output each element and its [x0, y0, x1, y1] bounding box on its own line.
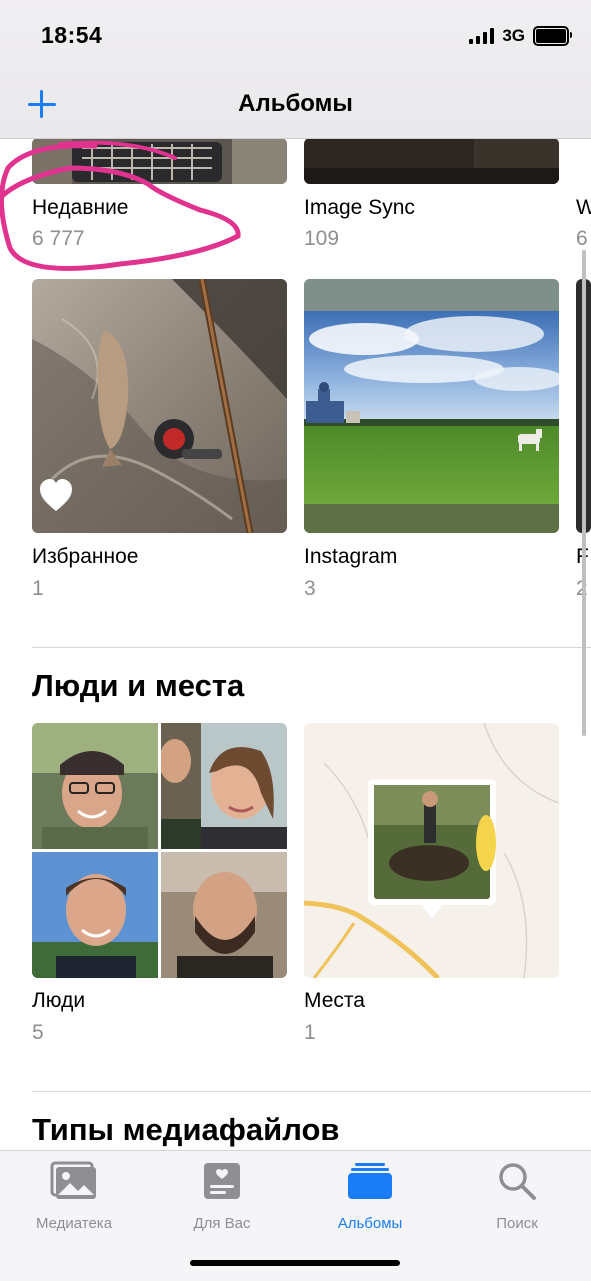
section-title-media-types: Типы медиафайлов: [32, 1112, 340, 1147]
for-you-icon: [202, 1161, 242, 1206]
battery-icon: [533, 26, 572, 46]
album-count: 3: [304, 577, 316, 600]
album-partial-w[interactable]: W 6: [576, 138, 591, 258]
album-title: Недавние: [32, 196, 129, 219]
album-thumbnail: [304, 138, 559, 184]
top-bar: 18:54 3G Альбомы: [0, 0, 591, 139]
person-thumbnail: [161, 852, 287, 978]
album-count: 6: [576, 227, 588, 250]
page-title: Альбомы: [238, 90, 353, 117]
network-type: 3G: [502, 26, 525, 45]
album-thumbnail: [32, 279, 287, 533]
map-thumbnail: [304, 723, 559, 978]
album-count: 5: [32, 1021, 44, 1044]
person-thumbnail: [32, 723, 158, 849]
album-count: 109: [304, 227, 340, 250]
album-thumbnail: [304, 279, 559, 533]
tab-label: Для Вас: [193, 1215, 251, 1232]
album-title: Люди: [32, 989, 86, 1012]
section-divider: [32, 647, 591, 648]
tab-for-you[interactable]: Для Вас: [148, 1159, 296, 1235]
album-title: Избранное: [32, 545, 139, 568]
albums-scroll-view[interactable]: Недавние 6 777 Image Sync 109 W 6 Избран…: [0, 138, 591, 1150]
section-title-people-places: Люди и места: [32, 668, 245, 703]
search-icon: [497, 1161, 537, 1206]
tab-library[interactable]: Медиатека: [0, 1159, 148, 1235]
tab-label: Альбомы: [337, 1215, 403, 1232]
album-image-sync[interactable]: Image Sync 109: [304, 138, 560, 258]
status-indicators: 3G: [469, 26, 572, 46]
person-thumbnail: [32, 852, 158, 978]
tab-label: Медиатека: [35, 1215, 113, 1232]
albums-icon: [347, 1161, 393, 1206]
album-count: 6 777: [32, 227, 85, 250]
album-title: Места: [304, 989, 365, 1012]
album-count: 1: [32, 577, 44, 600]
section-divider: [32, 1091, 591, 1092]
album-title: Image Sync: [304, 196, 415, 219]
cellular-signal-icon: [469, 28, 495, 44]
album-thumbnail: [32, 138, 287, 184]
scroll-indicator: [582, 250, 586, 736]
person-thumbnail: [161, 723, 287, 849]
album-instagram[interactable]: Instagram 3: [304, 279, 560, 600]
home-indicator[interactable]: [190, 1260, 400, 1266]
album-favorites[interactable]: Избранное 1: [32, 279, 288, 600]
status-time: 18:54: [41, 22, 103, 48]
album-recents[interactable]: Недавние 6 777: [32, 138, 288, 258]
album-people[interactable]: Люди 5: [32, 723, 288, 1044]
album-title: Instagram: [304, 545, 398, 568]
photo-library-icon: [50, 1161, 98, 1206]
album-count: 1: [304, 1021, 316, 1044]
tab-search[interactable]: Поиск: [443, 1159, 591, 1235]
album-title: W: [576, 196, 591, 219]
album-places[interactable]: Места 1: [304, 723, 560, 1044]
tab-albums[interactable]: Альбомы: [296, 1159, 444, 1235]
tab-label: Поиск: [496, 1215, 538, 1232]
